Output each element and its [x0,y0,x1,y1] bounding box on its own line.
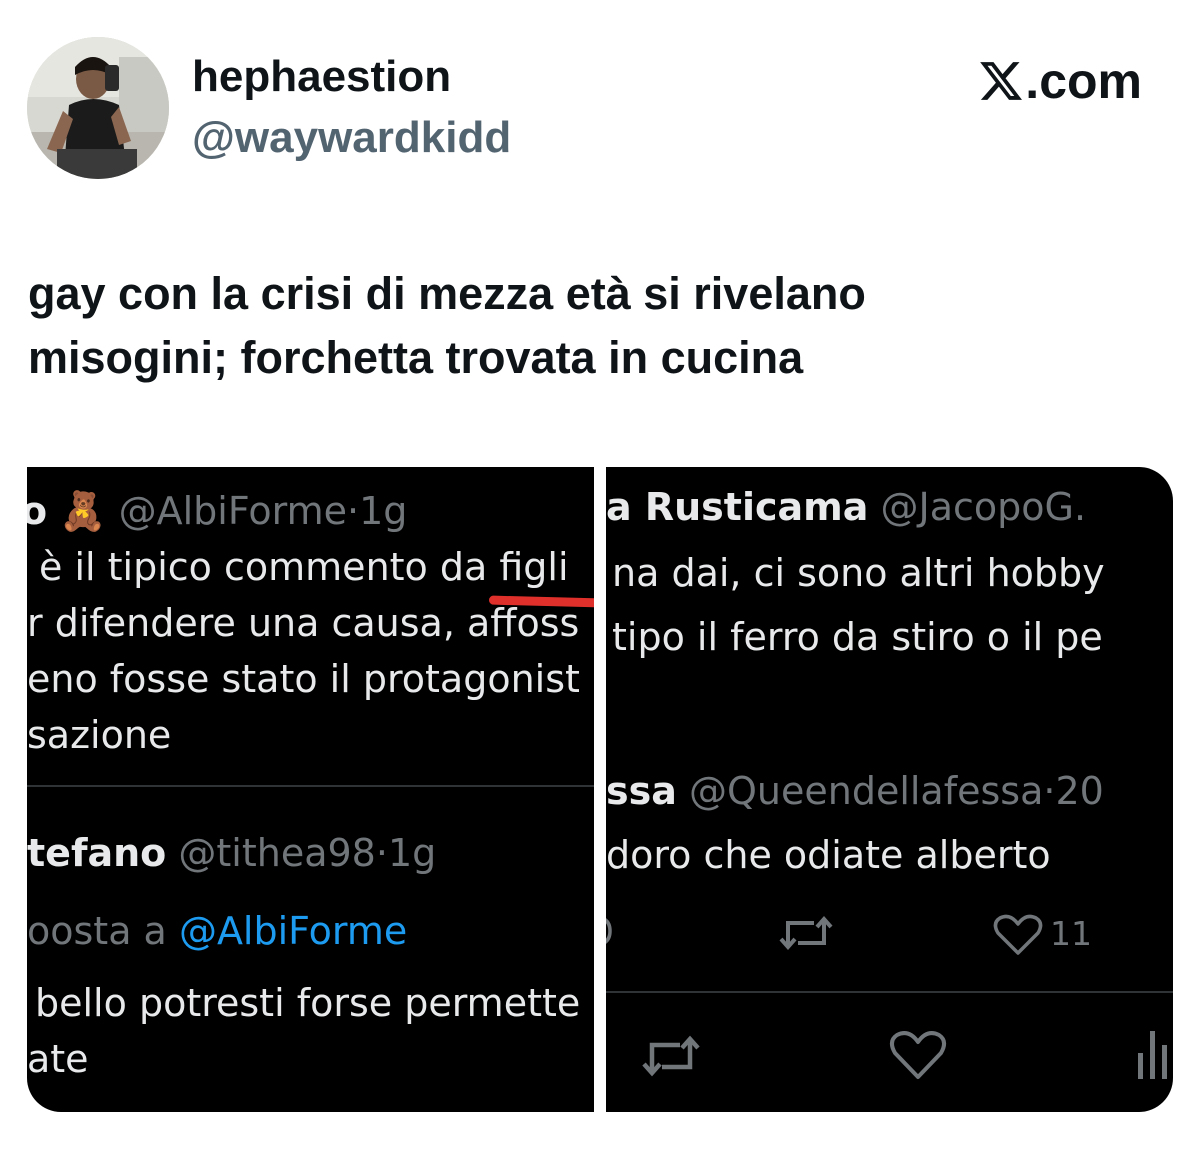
attached-screenshot-left[interactable]: o 🧸 @AlbiForme·1g è il tipico commento d… [27,467,594,1112]
retweet-icon[interactable] [778,913,834,953]
separator-dot: · [346,489,360,533]
tweet-body-line: r difendere una causa, affoss [27,601,580,645]
reply-icon[interactable] [606,913,622,949]
tweet-body-line: na dai, ci sono altri hobby [612,551,1105,595]
user-name-fragment: tefano [27,831,167,875]
tweet-header: ssa @Queendellafessa·20 [606,769,1104,813]
tweet-text: è il tipico commento da [39,545,500,589]
timestamp: 20 [1055,769,1104,813]
like-icon[interactable] [992,913,1044,957]
tweet-divider [27,785,594,787]
user-handle: @AlbiForme [118,489,347,533]
views-icon[interactable] [1134,1023,1173,1083]
like-count: 11 [1050,914,1092,953]
avatar-photo [27,37,169,179]
reply-to-line: oosta a @AlbiForme [27,909,407,953]
tweet-header: o 🧸 @AlbiForme·1g [27,489,407,534]
tweet-body-line: ate [27,1037,89,1081]
brand-link[interactable]: .com [979,52,1142,110]
x-logo-icon [980,62,1023,100]
author-handle[interactable]: @waywardkidd [192,113,511,163]
tweet-body-line: è il tipico commento da figli [39,545,569,589]
attached-screenshot-right[interactable]: a Rusticama @JacopoG. na dai, ci sono al… [606,467,1173,1112]
post-text-line: misogini; forchetta trovata in cucina [28,332,804,383]
tweet-text-highlighted: figli [499,545,569,589]
tweet-body-line: doro che odiate alberto [606,833,1051,877]
post-text-line: gay con la crisi di mezza età si rivelan… [28,268,866,319]
teddy-bear-emoji: 🧸 [59,489,107,533]
user-handle: @Queendellafessa [688,769,1044,813]
user-handle: @JacopoG. [880,485,1087,529]
user-name-fragment: ssa [606,769,677,813]
author-display-name[interactable]: hephaestion [192,52,451,102]
tweet-body-line: sazione [27,713,172,757]
tweet-header: tefano @tithea98·1g [27,831,436,875]
user-name-fragment: o [27,489,48,533]
tweet-body-line: eno fosse stato il protagonist [27,657,580,701]
tweet-body-line: tipo il ferro da stiro o il pe [612,615,1103,659]
brand-domain: .com [1025,53,1142,109]
like-icon[interactable] [888,1029,948,1081]
separator-dot: · [1043,769,1056,813]
retweet-icon[interactable] [640,1033,702,1079]
timestamp: 1g [387,831,437,875]
user-handle: @tithea98 [178,831,376,875]
user-name-fragment: a Rusticama [606,485,869,529]
tweet-body-line: bello potresti forse permette [35,981,581,1025]
separator-dot: · [375,831,388,875]
tweet-header: a Rusticama @JacopoG. [606,485,1086,529]
timestamp: 1g [359,489,408,533]
avatar[interactable] [27,37,169,179]
reply-mention[interactable]: @AlbiForme [179,909,407,953]
post-text: gay con la crisi di mezza età si rivelan… [28,262,1178,390]
tweet-divider [606,991,1173,993]
reply-prefix: oosta a [27,909,179,953]
